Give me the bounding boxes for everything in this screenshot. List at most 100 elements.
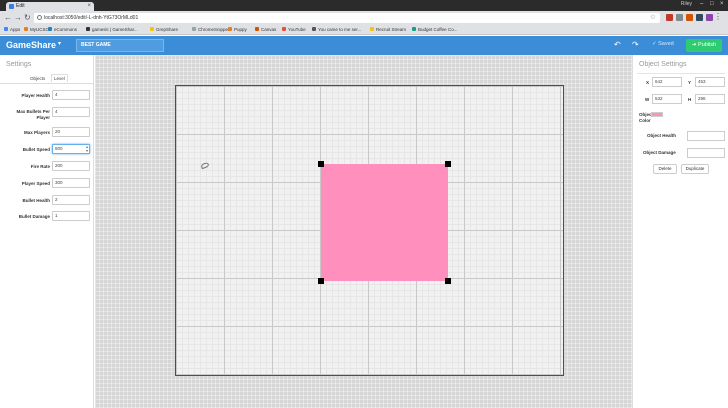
bookmark-item[interactable]: eCommons xyxy=(48,25,77,34)
bookmark-item[interactable]: MyUCSC xyxy=(24,25,49,34)
x-label: X xyxy=(646,80,650,85)
settings-title: Settings xyxy=(6,61,32,68)
max-bullets-input[interactable]: 4 xyxy=(52,107,90,117)
object-settings-title: Object Settings xyxy=(639,61,687,68)
browser-toolbar: ← → ↻ localhost:3050/edit/-L-dnh-YtG73Or… xyxy=(0,11,728,25)
bullet-health-input[interactable]: 2 xyxy=(52,195,90,205)
level-stage[interactable] xyxy=(175,85,564,376)
tab-level[interactable]: Level xyxy=(51,74,68,82)
bullet-speed-input[interactable]: 800 ▴ ▾ xyxy=(52,144,90,154)
bookmark-item[interactable]: You came to me ser... xyxy=(312,25,361,34)
publish-label: Publish xyxy=(698,42,717,48)
object-settings-panel: Object Settings X 642 Y 453 W 532 H 296 … xyxy=(632,55,728,408)
bookmark-star-icon[interactable]: ☆ xyxy=(650,13,656,23)
browser-menu-icon[interactable]: ⋮ xyxy=(714,12,722,21)
saved-status: ✓ Saved xyxy=(652,41,674,47)
browser-tab-strip: Edit × Riley – □ × xyxy=(0,0,728,11)
max-bullets-label: Max Bullets Per Player xyxy=(16,109,50,120)
selected-game-object[interactable] xyxy=(321,164,448,281)
w-label: W xyxy=(645,97,650,102)
bullet-damage-input[interactable]: 1 xyxy=(52,211,90,221)
resize-handle-top-left[interactable] xyxy=(318,161,324,167)
bookmark-item[interactable]: Recruit Stream xyxy=(370,25,406,34)
close-window-icon[interactable]: × xyxy=(720,1,724,7)
tab-close-icon[interactable]: × xyxy=(87,2,91,11)
bookmark-item[interactable]: Puppy xyxy=(228,25,247,34)
chevron-down-icon[interactable]: ▾ xyxy=(58,40,61,47)
max-players-input[interactable]: 20 xyxy=(52,127,90,137)
y-label: Y xyxy=(688,80,692,85)
bookmark-favicon-icon xyxy=(24,27,28,31)
y-input[interactable]: 453 xyxy=(695,77,725,87)
saved-label: Saved xyxy=(658,41,674,47)
app-header: GameShare ▾ BEST GAME ↶ ↷ ✓ Saved ➜ Publ… xyxy=(0,36,728,55)
forward-icon[interactable]: → xyxy=(14,13,22,23)
address-bar[interactable]: localhost:3050/edit/-L-dnh-YtG73OrMLd01 … xyxy=(34,13,660,23)
player-health-input[interactable]: 4 xyxy=(52,90,90,100)
extension-icon[interactable] xyxy=(686,14,693,21)
resize-handle-bottom-right[interactable] xyxy=(445,278,451,284)
tab-objects[interactable]: Objects xyxy=(30,76,45,81)
publish-button[interactable]: ➜ Publish xyxy=(686,39,722,52)
app-brand[interactable]: GameShare xyxy=(6,40,56,50)
tab-divider xyxy=(0,83,94,84)
divider xyxy=(637,73,725,74)
settings-panel: Settings Objects Level Player Health 4 M… xyxy=(0,55,94,408)
fire-rate-label: Fire Rate xyxy=(30,164,50,169)
mouse-cursor-icon xyxy=(200,161,210,170)
extension-icon[interactable] xyxy=(706,14,713,21)
apps-icon xyxy=(4,27,8,31)
bookmark-favicon-icon xyxy=(255,27,259,31)
bullet-speed-value: 800 xyxy=(55,146,63,151)
duplicate-button[interactable]: Duplicate xyxy=(681,164,709,174)
browser-tab[interactable]: Edit × xyxy=(6,2,94,11)
object-damage-input[interactable] xyxy=(687,148,725,158)
reload-icon[interactable]: ↻ xyxy=(24,13,31,23)
bookmark-item[interactable]: GrepShare xyxy=(150,25,178,34)
resize-handle-top-right[interactable] xyxy=(445,161,451,167)
object-health-input[interactable] xyxy=(687,131,725,141)
x-input[interactable]: 642 xyxy=(652,77,682,87)
redo-icon[interactable]: ↷ xyxy=(632,40,639,49)
game-title-input[interactable]: BEST GAME xyxy=(76,39,164,52)
bookmark-favicon-icon xyxy=(48,27,52,31)
minimize-icon[interactable]: – xyxy=(700,1,703,7)
bookmark-item[interactable]: YouTube xyxy=(282,25,306,34)
player-speed-label: Player Speed xyxy=(21,181,50,186)
object-health-label: Object Health xyxy=(647,133,677,138)
player-health-label: Player Health xyxy=(21,93,50,98)
folder-icon xyxy=(370,27,374,31)
site-info-icon[interactable] xyxy=(37,15,42,20)
extension-icon[interactable] xyxy=(696,14,703,21)
bookmark-item[interactable]: Budget Coffee Co... xyxy=(412,25,457,34)
maximize-icon[interactable]: □ xyxy=(710,1,714,7)
browser-window: Edit × Riley – □ × ← → ↻ localhost:3050/… xyxy=(0,0,728,408)
back-icon[interactable]: ← xyxy=(4,13,12,23)
address-url: localhost:3050/edit/-L-dnh-YtG73OrMLd01 xyxy=(44,15,139,21)
tab-title: Edit xyxy=(16,3,25,9)
player-speed-input[interactable]: 300 xyxy=(52,178,90,188)
browser-user-name[interactable]: Riley xyxy=(681,1,692,7)
bullet-health-label: Bullet Health xyxy=(22,198,50,203)
bookmark-item[interactable]: ChromeSnipper xyxy=(192,25,230,34)
bookmark-item[interactable]: gameslc | GameShar... xyxy=(86,25,138,34)
spinner-icon[interactable]: ▴ ▾ xyxy=(86,145,88,153)
object-color-swatch[interactable] xyxy=(651,112,663,117)
bookmarks-bar: Apps MyUCSC eCommons gameslc | GameShar.… xyxy=(0,25,728,35)
extension-icon[interactable] xyxy=(676,14,683,21)
resize-handle-bottom-left[interactable] xyxy=(318,278,324,284)
github-icon xyxy=(86,27,90,31)
bookmark-favicon-icon xyxy=(228,27,232,31)
h-label: H xyxy=(688,97,692,102)
editor-canvas[interactable] xyxy=(95,55,632,408)
delete-button[interactable]: Delete xyxy=(653,164,677,174)
extension-icon[interactable] xyxy=(666,14,673,21)
undo-icon[interactable]: ↶ xyxy=(614,40,621,49)
w-input[interactable]: 532 xyxy=(652,94,682,104)
bullet-speed-label: Bullet Speed xyxy=(22,147,50,152)
bookmark-favicon-icon xyxy=(192,27,196,31)
h-input[interactable]: 296 xyxy=(695,94,725,104)
bookmark-item[interactable]: Apps xyxy=(4,25,20,34)
bookmark-item[interactable]: Canvas xyxy=(255,25,276,34)
fire-rate-input[interactable]: 200 xyxy=(52,161,90,171)
